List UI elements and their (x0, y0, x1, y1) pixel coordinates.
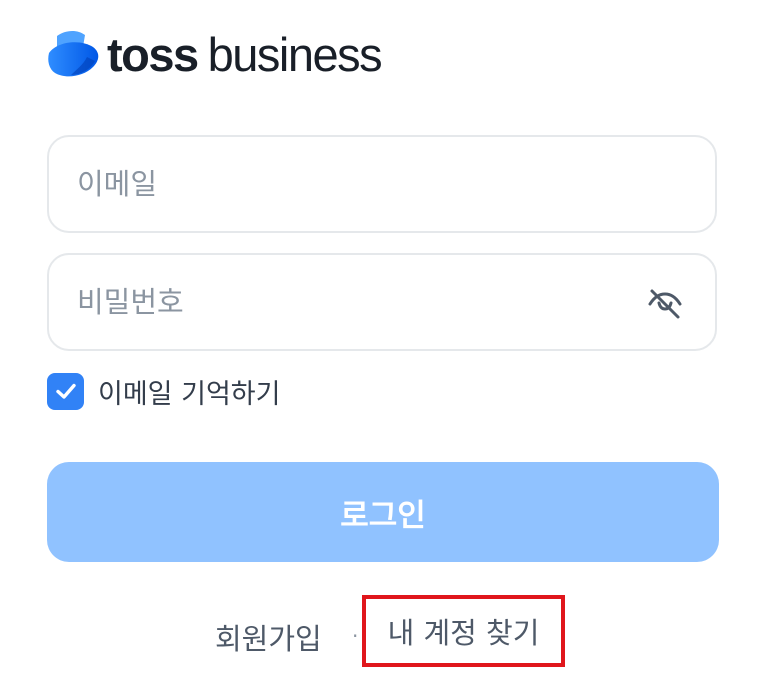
login-page: tossbusiness 이메일 기억하기 로그인 회원가입 · 내 계정 찾기 (0, 0, 758, 699)
toss-business-logo: toss business (47, 26, 383, 82)
email-input[interactable] (77, 137, 637, 231)
login-button[interactable]: 로그인 (47, 462, 719, 562)
password-input[interactable] (77, 255, 637, 349)
checkmark-icon (55, 383, 76, 399)
remember-email-checkbox[interactable]: 이메일 기억하기 (47, 372, 280, 410)
signup-link[interactable]: 회원가입 (215, 616, 322, 658)
toss-logo-icon (48, 30, 99, 77)
link-separator: · (352, 624, 359, 648)
password-field-container (47, 253, 717, 351)
find-account-link[interactable]: 내 계정 찾기 (362, 595, 565, 667)
email-field-container (47, 135, 717, 233)
bottom-links: 회원가입 · 내 계정 찾기 (0, 595, 758, 667)
remember-email-label: 이메일 기억하기 (98, 378, 281, 410)
eye-off-icon[interactable] (647, 286, 683, 322)
logo-text-toss: toss (107, 27, 199, 81)
checkbox-checked[interactable] (47, 372, 84, 410)
find-account-label: 내 계정 찾기 (387, 616, 540, 650)
logo-text-business: business (207, 27, 383, 81)
